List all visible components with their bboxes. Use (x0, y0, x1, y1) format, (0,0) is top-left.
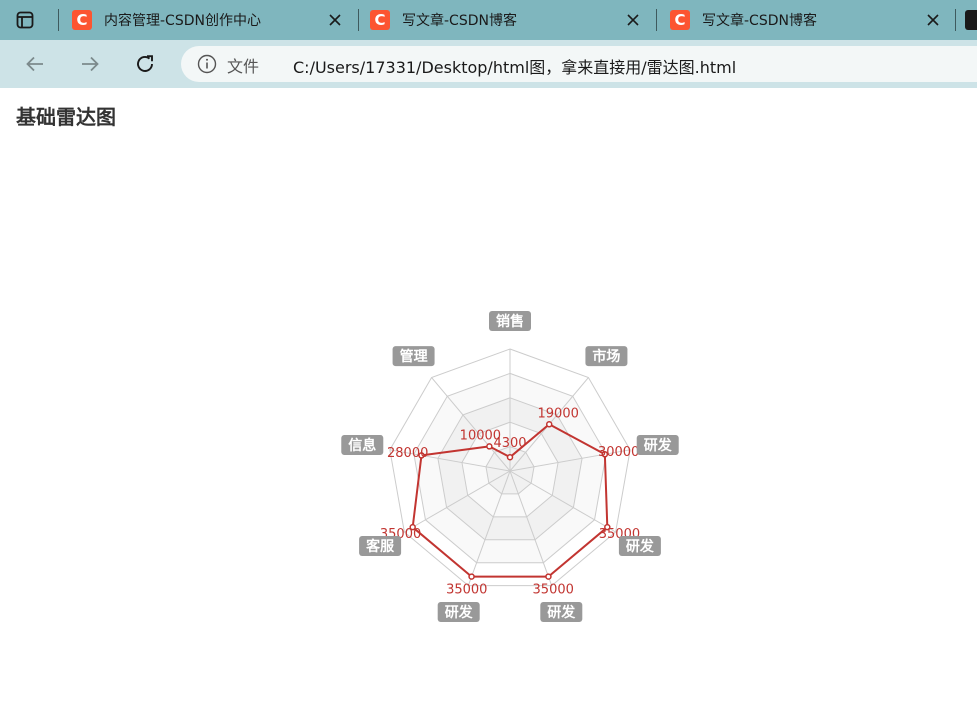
csdn-favicon-icon: C (72, 10, 92, 30)
radar-data-label: 30000 (598, 445, 639, 460)
tab-separator (955, 9, 956, 31)
radar-data-label: 10000 (460, 429, 501, 444)
tab-2[interactable]: C 写文章-CSDN博客 (670, 0, 943, 40)
file-scheme-label: 文件 (227, 57, 260, 76)
radar-data-point (486, 443, 493, 450)
radar-data-point (468, 573, 475, 580)
radar-indicator-label: 研发 (626, 538, 655, 555)
tab-1[interactable]: C 写文章-CSDN博客 (370, 0, 643, 40)
tab-strip-icon[interactable] (14, 9, 36, 31)
info-icon[interactable] (197, 54, 217, 74)
radar-indicator: 研发 (618, 536, 661, 556)
browser-toolbar: 文件 C:/Users/17331/Desktop/html图，拿来直接用/雷达… (0, 40, 977, 88)
radar-data-point (545, 573, 552, 580)
radar-indicator: 客服 (359, 536, 402, 556)
radar-indicator: 研发 (540, 601, 583, 622)
forward-arrow-icon[interactable] (78, 52, 102, 76)
radar-data-label: 35000 (446, 583, 487, 598)
radar-indicator-label: 客服 (365, 538, 395, 555)
tab-separator (358, 9, 359, 31)
radar-indicator-label: 销售 (496, 313, 524, 330)
address-bar[interactable]: 文件 C:/Users/17331/Desktop/html图，拿来直接用/雷达… (181, 46, 977, 82)
address-url[interactable]: C:/Users/17331/Desktop/html图，拿来直接用/雷达图.h… (293, 54, 736, 78)
csdn-favicon-icon: C (370, 10, 390, 30)
radar-chart: 4300190003000035000350003500035000280001… (341, 311, 679, 622)
radar-indicator: 研发 (636, 434, 679, 455)
back-arrow-icon[interactable] (23, 52, 47, 76)
radar-indicator: 市场 (585, 346, 628, 367)
radar-data-label: 28000 (387, 446, 428, 461)
tab-strip: C 内容管理-CSDN创作中心 C 写文章-CSDN博客 C 写文章-CSDN博… (0, 0, 977, 40)
tab-separator (656, 9, 657, 31)
radar-data-label: 19000 (538, 407, 579, 422)
radar-indicator-label: 管理 (400, 348, 428, 365)
radar-data-point (506, 453, 514, 461)
close-icon[interactable] (623, 10, 643, 30)
radar-indicator: 管理 (392, 346, 435, 367)
radar-data-point (545, 421, 553, 428)
tab-title: 内容管理-CSDN创作中心 (104, 13, 261, 29)
close-icon[interactable] (325, 10, 345, 30)
radar-data-label: 35000 (533, 583, 574, 598)
tab-separator (58, 9, 59, 31)
close-icon[interactable] (923, 10, 943, 30)
radar-indicator: 信息 (341, 434, 384, 455)
reload-icon[interactable] (133, 52, 157, 76)
tab-overflow-icon[interactable] (965, 10, 977, 30)
radar-indicator-label: 研发 (547, 604, 576, 621)
tab-0[interactable]: C 内容管理-CSDN创作中心 (72, 0, 345, 40)
radar-indicator-label: 研发 (445, 604, 474, 621)
csdn-favicon-icon: C (670, 10, 690, 30)
tab-title: 写文章-CSDN博客 (702, 13, 817, 29)
radar-indicator-label: 信息 (348, 437, 376, 454)
tab-title: 写文章-CSDN博客 (402, 13, 517, 29)
radar-indicator-label: 研发 (644, 437, 673, 454)
radar-indicator-label: 市场 (592, 348, 620, 365)
radar-indicator: 研发 (437, 601, 480, 622)
radar-indicator: 销售 (489, 311, 531, 331)
